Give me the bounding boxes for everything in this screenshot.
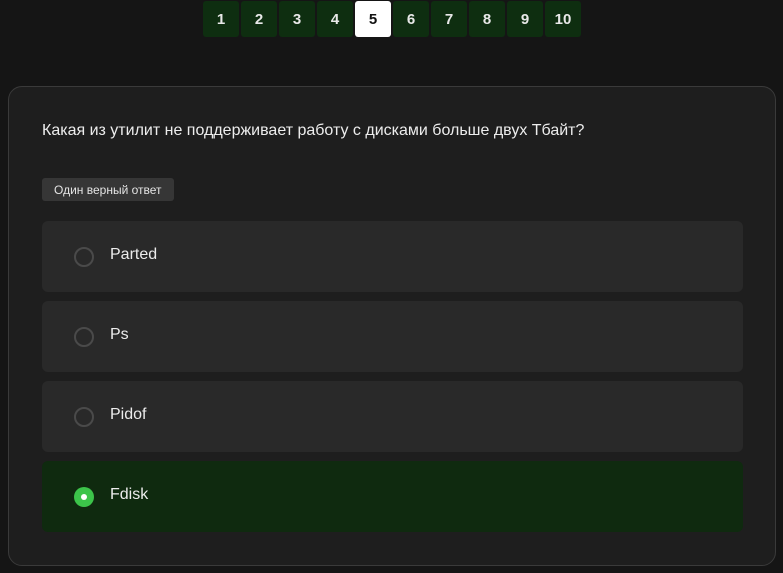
answer-option-ps[interactable]: Ps xyxy=(42,301,743,372)
answer-option-label: Parted xyxy=(110,246,158,263)
page-button-5-current[interactable]: 5 xyxy=(355,1,391,37)
radio-checked-icon[interactable] xyxy=(74,487,94,507)
radio-dot xyxy=(81,494,87,500)
question-card: Какая из утилит не поддерживает работу с… xyxy=(8,86,776,566)
answer-option-label: Pidof xyxy=(110,406,147,423)
page-button-6[interactable]: 6 xyxy=(393,1,429,37)
page-button-7[interactable]: 7 xyxy=(431,1,467,37)
answer-option-label: Ps xyxy=(110,326,129,343)
answer-option-parted[interactable]: Parted xyxy=(42,221,743,292)
question-pagination: 1 2 3 4 5 6 7 8 9 10 xyxy=(203,1,581,37)
page-button-10[interactable]: 10 xyxy=(545,1,581,37)
radio-unchecked-icon[interactable] xyxy=(74,327,94,347)
answer-type-badge: Один верный ответ xyxy=(42,178,174,201)
answer-option-pidof[interactable]: Pidof xyxy=(42,381,743,452)
answer-option-label: Fdisk xyxy=(110,486,149,503)
radio-unchecked-icon[interactable] xyxy=(74,407,94,427)
page-button-9[interactable]: 9 xyxy=(507,1,543,37)
answer-option-fdisk[interactable]: Fdisk xyxy=(42,461,743,532)
page-button-4[interactable]: 4 xyxy=(317,1,353,37)
page-button-2[interactable]: 2 xyxy=(241,1,277,37)
page-button-3[interactable]: 3 xyxy=(279,1,315,37)
page-button-8[interactable]: 8 xyxy=(469,1,505,37)
question-text: Какая из утилит не поддерживает работу с… xyxy=(42,122,585,139)
page-button-1[interactable]: 1 xyxy=(203,1,239,37)
radio-unchecked-icon[interactable] xyxy=(74,247,94,267)
